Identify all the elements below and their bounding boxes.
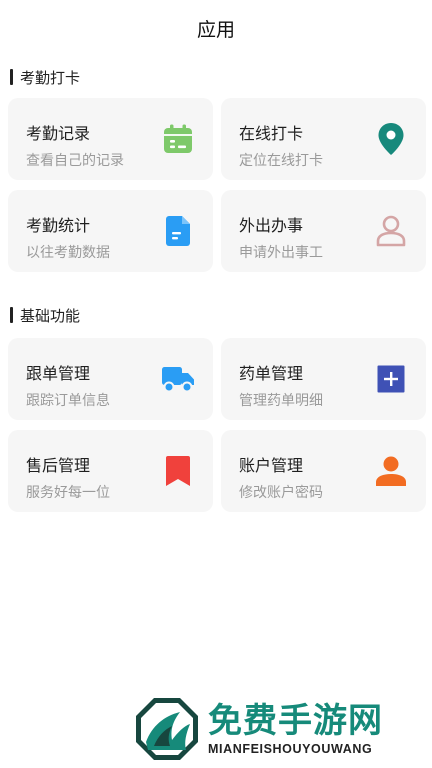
section-bar [10, 69, 13, 85]
card-account-management[interactable]: 账户管理 修改账户密码 [221, 430, 426, 512]
card-prescription-management[interactable]: 药单管理 管理药单明细 [221, 338, 426, 420]
card-attendance-record[interactable]: 考勤记录 查看自己的记录 [8, 98, 213, 180]
card-attendance-stats[interactable]: 考勤统计 以往考勤数据 [8, 190, 213, 272]
calendar-icon [161, 122, 195, 156]
site-logo-icon [136, 698, 198, 760]
card-outing-request[interactable]: 外出办事 申请外出事工 [221, 190, 426, 272]
card-order-tracking[interactable]: 跟单管理 跟踪订单信息 [8, 338, 213, 420]
bookmark-icon [161, 454, 195, 488]
truck-icon [161, 362, 195, 396]
section-attendance-header: 考勤打卡 [0, 60, 432, 94]
plus-box-icon [374, 362, 408, 396]
section-title: 基础功能 [20, 306, 81, 325]
watermark: 免费手游网 MIANFEISHOUYOUWANG [134, 696, 424, 762]
person-icon [374, 214, 408, 248]
page-title: 应用 [196, 18, 235, 41]
watermark-name-cn: 免费手游网 [208, 701, 383, 741]
location-pin-icon [374, 122, 408, 156]
section-bar [10, 307, 13, 323]
section-basic-header: 基础功能 [0, 298, 432, 332]
user-solid-icon [374, 454, 408, 488]
card-online-checkin[interactable]: 在线打卡 定位在线打卡 [221, 98, 426, 180]
basic-functions-grid: 跟单管理 跟踪订单信息 药单管理 管理药单明细 售后管理 服务好每一位 账户管理… [0, 338, 432, 512]
watermark-name-en: MIANFEISHOUYOUWANG [208, 742, 373, 756]
card-after-sales[interactable]: 售后管理 服务好每一位 [8, 430, 213, 512]
page-header: 应用 [0, 0, 432, 56]
section-title: 考勤打卡 [20, 68, 81, 87]
attendance-grid: 考勤记录 查看自己的记录 在线打卡 定位在线打卡 考勤统计 以往考勤数据 外出办… [0, 98, 432, 272]
document-icon [161, 214, 195, 248]
